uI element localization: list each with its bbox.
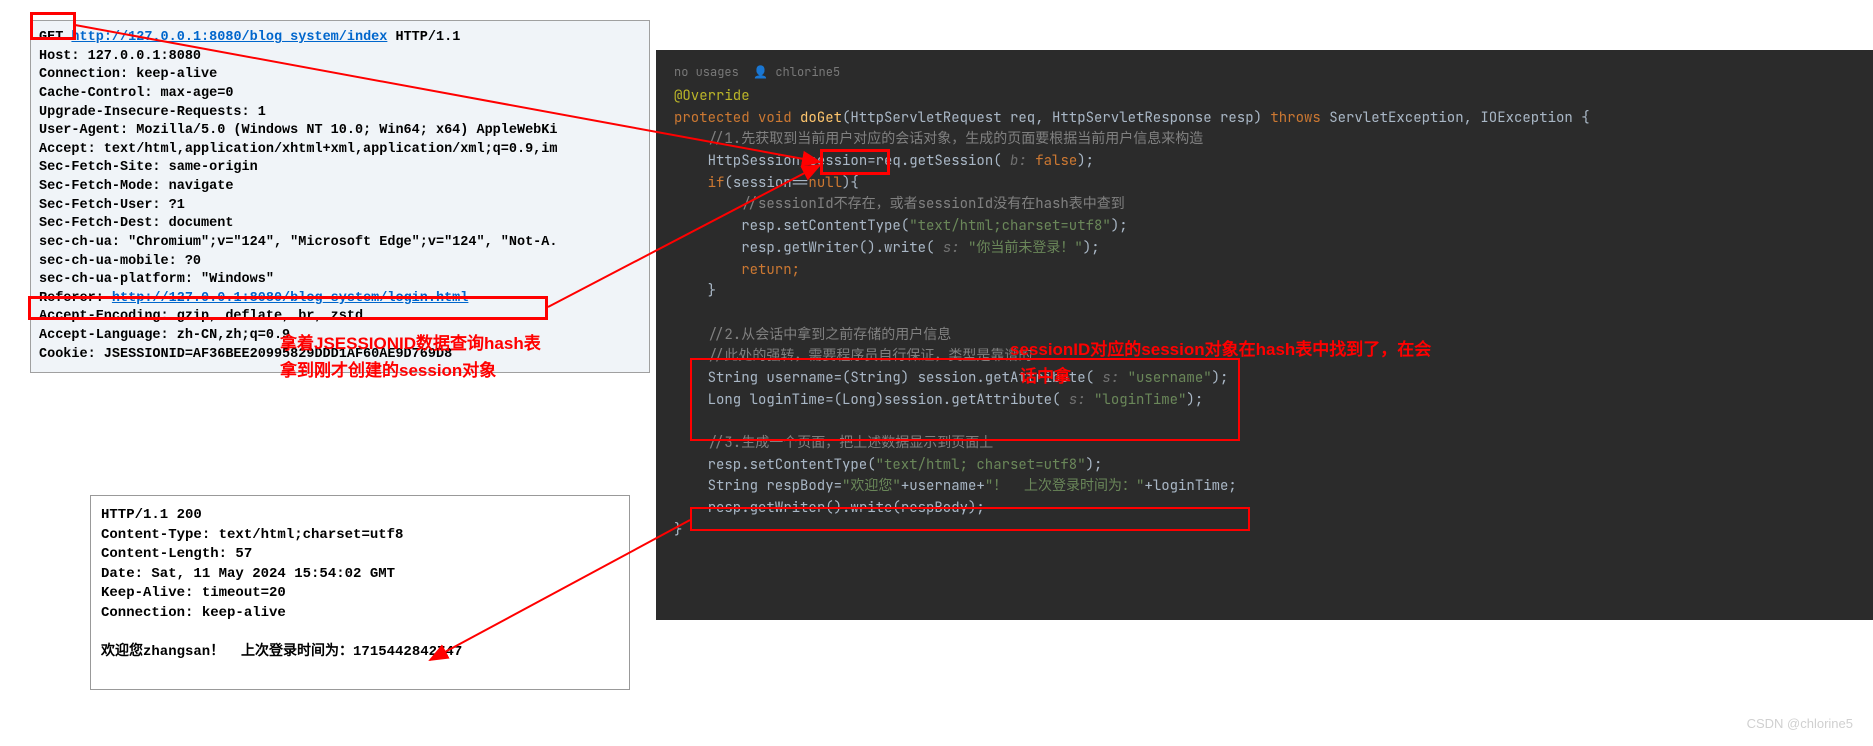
- req-secsite: Sec-Fetch-Site: same-origin: [39, 160, 258, 175]
- l9c: );: [1086, 456, 1103, 474]
- req-upgrade: Upgrade-Insecure-Requests: 1: [39, 105, 266, 120]
- l10e: +loginTime;: [1144, 477, 1236, 495]
- str-ctype2: "text/html; charset=utf8": [876, 456, 1086, 474]
- str-ctype: "text/html;charset=utf8": [909, 217, 1111, 235]
- anno1-line2: 拿到刚才创建的session对象: [280, 357, 541, 384]
- req-secdest: Sec-Fetch-Dest: document: [39, 216, 233, 231]
- resp-date: Date: Sat, 11 May 2024 15:54:02 GMT: [101, 566, 395, 582]
- req-ua: User-Agent: Mozilla/5.0 (Windows NT 10.0…: [39, 123, 557, 138]
- http-response-panel: HTTP/1.1 200 Content-Type: text/html;cha…: [90, 495, 630, 690]
- sig-exceptions: ServletException, IOException {: [1321, 109, 1590, 127]
- resp-conn: Connection: keep-alive: [101, 605, 286, 621]
- comment-2: //sessionId不存在，或者sessionId没有在hash表中查到: [741, 195, 1125, 213]
- l1d: );: [1077, 152, 1094, 170]
- l2b: ){: [842, 174, 859, 192]
- httpsession-type: HttpSession: [708, 152, 809, 170]
- str-welcome: "欢迎您": [842, 477, 901, 495]
- resp-keepalive: Keep-Alive: timeout=20: [101, 585, 286, 601]
- req-accept: Accept: text/html,application/xhtml+xml,…: [39, 142, 557, 157]
- author-label: chlorine5: [775, 64, 840, 80]
- req-host: Host: 127.0.0.1:8080: [39, 49, 201, 64]
- comment-3: //2.从会话中拿到之前存储的用户信息: [708, 326, 952, 344]
- str-notlogin: "你当前未登录！": [968, 239, 1083, 257]
- return-kw: return;: [741, 261, 800, 279]
- l10c: +username+: [901, 477, 985, 495]
- l3c: );: [1111, 217, 1128, 235]
- if-stmt: if: [708, 174, 725, 192]
- req-referer-label: Referer:: [39, 291, 112, 306]
- comment-5: //3.生成一个页面，把上述数据显示到页面上: [708, 434, 994, 452]
- annotation-session-found: sessionID对应的session对象在hash表中找到了，在会: [1010, 335, 1431, 360]
- comment-1: //1.先获取到当前用户对应的会话对象，生成的页面要根据当前用户信息来构造: [708, 130, 1204, 148]
- l4c: );: [1083, 239, 1100, 257]
- false-literal: false: [1035, 152, 1077, 170]
- param-s1: s:: [943, 239, 968, 257]
- resp-clen: Content-Length: 57: [101, 546, 252, 562]
- annotation-jsessionid: 拿着JSESSIONID数据查询hash表 拿到刚才创建的session对象: [280, 330, 541, 384]
- annotation-session-found-2: 话中拿: [1020, 362, 1071, 387]
- comment-4: //此处的强转，需要程序员自行保证，类型是靠谱的: [708, 347, 1033, 365]
- l9a: resp.setContentType(: [708, 456, 876, 474]
- str-logintime: "loginTime": [1094, 391, 1186, 409]
- l2: (session==: [724, 174, 808, 192]
- l11: resp.getWriter().write(respBody);: [708, 499, 985, 517]
- req-connection: Connection: keep-alive: [39, 67, 217, 82]
- resp-body: 欢迎您zhangsan！ 上次登录时间为：1715442842747: [101, 644, 462, 660]
- request-protocol: HTTP/1.1: [395, 30, 460, 45]
- req-secchua: sec-ch-ua: "Chromium";v="124", "Microsof…: [39, 235, 557, 250]
- watermark: CSDN @chlorine5: [1747, 716, 1853, 731]
- l7c: );: [1212, 369, 1229, 387]
- l4a: resp.getWriter().write(: [741, 239, 943, 257]
- str-username: "username": [1128, 369, 1212, 387]
- req-lang: Accept-Language: zh-CN,zh;q=0.9: [39, 328, 290, 343]
- req-secmode: Sec-Fetch-Mode: navigate: [39, 179, 233, 194]
- code-header: no usages 👤 chlorine5: [674, 64, 1855, 80]
- http-method: GET: [39, 30, 63, 45]
- l8c: );: [1186, 391, 1203, 409]
- close-brace: }: [708, 282, 716, 300]
- anno1-line1: 拿着JSESSIONID数据查询hash表: [280, 330, 541, 357]
- null-kw: null: [808, 174, 842, 192]
- kw-protected: protected void: [674, 109, 800, 127]
- sig-params: (HttpServletRequest req, HttpServletResp…: [842, 109, 1270, 127]
- resp-ctype: Content-Type: text/html;charset=utf8: [101, 527, 403, 543]
- close-brace2: }: [674, 521, 682, 539]
- req-secuser: Sec-Fetch-User: ?1: [39, 198, 185, 213]
- l8a: Long loginTime=(Long)session.getAttribut…: [708, 391, 1069, 409]
- override-annotation: @Override: [674, 87, 750, 105]
- kw-throws: throws: [1270, 109, 1320, 127]
- session-var: session: [808, 152, 867, 170]
- method-doget: doGet: [800, 109, 842, 127]
- req-referer-url[interactable]: http://127.0.0.1:8080/blog_system/login.…: [112, 291, 468, 306]
- param-s2: s:: [1102, 369, 1127, 387]
- request-url[interactable]: http://127.0.0.1:8080/blog_system/index: [71, 30, 387, 45]
- l1c: =req.getSession(: [867, 152, 1010, 170]
- l10a: String respBody=: [708, 477, 842, 495]
- req-secplat: sec-ch-ua-platform: "Windows": [39, 272, 274, 287]
- req-enc: Accept-Encoding: gzip, deflate, br, zstd: [39, 309, 363, 324]
- http-request-panel: GET http://127.0.0.1:8080/blog_system/in…: [30, 20, 650, 373]
- req-secmobile: sec-ch-ua-mobile: ?0: [39, 254, 201, 269]
- req-cache: Cache-Control: max-age=0: [39, 86, 233, 101]
- param-s3: s:: [1069, 391, 1094, 409]
- usages-label: no usages: [674, 64, 739, 80]
- param-b: b:: [1010, 152, 1035, 170]
- str-lastlogin: "！ 上次登录时间为：": [985, 477, 1145, 495]
- resp-status: HTTP/1.1 200: [101, 507, 202, 523]
- l3a: resp.setContentType(: [741, 217, 909, 235]
